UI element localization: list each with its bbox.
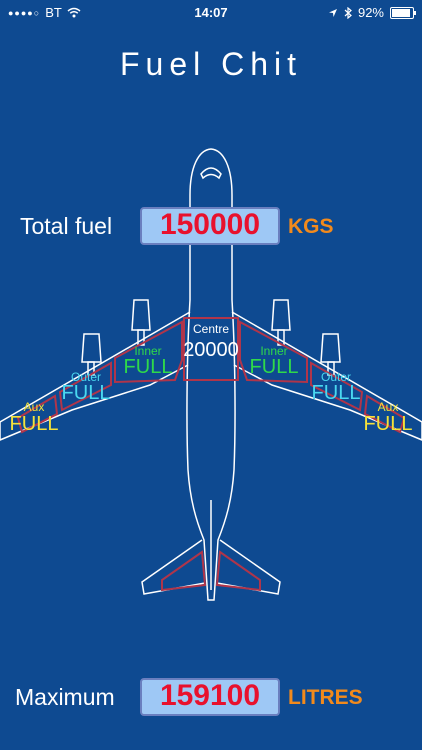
tank-aux-left-value[interactable]: FULL bbox=[2, 413, 66, 436]
tank-centre-value[interactable]: 20000 bbox=[175, 339, 247, 362]
total-fuel-label: Total fuel bbox=[20, 213, 113, 239]
tank-centre-label: Centre bbox=[192, 322, 230, 336]
total-fuel-unit[interactable]: KGS bbox=[288, 215, 334, 239]
tank-aux-right-label: Aux bbox=[377, 400, 399, 414]
tank-aux-left-label: Aux bbox=[23, 400, 45, 414]
tank-inner-right-value[interactable]: FULL bbox=[242, 356, 306, 379]
maximum-unit[interactable]: LITRES bbox=[288, 686, 363, 710]
total-fuel-value[interactable]: 150000 bbox=[140, 207, 280, 245]
tank-aux-right-value[interactable]: FULL bbox=[356, 413, 420, 436]
tank-outer-left-value[interactable]: FULL bbox=[54, 382, 118, 405]
tank-outer-right-value[interactable]: FULL bbox=[304, 382, 368, 405]
maximum-value[interactable]: 159100 bbox=[140, 678, 280, 716]
maximum-label: Maximum bbox=[15, 684, 115, 710]
tank-inner-left-value[interactable]: FULL bbox=[116, 356, 180, 379]
